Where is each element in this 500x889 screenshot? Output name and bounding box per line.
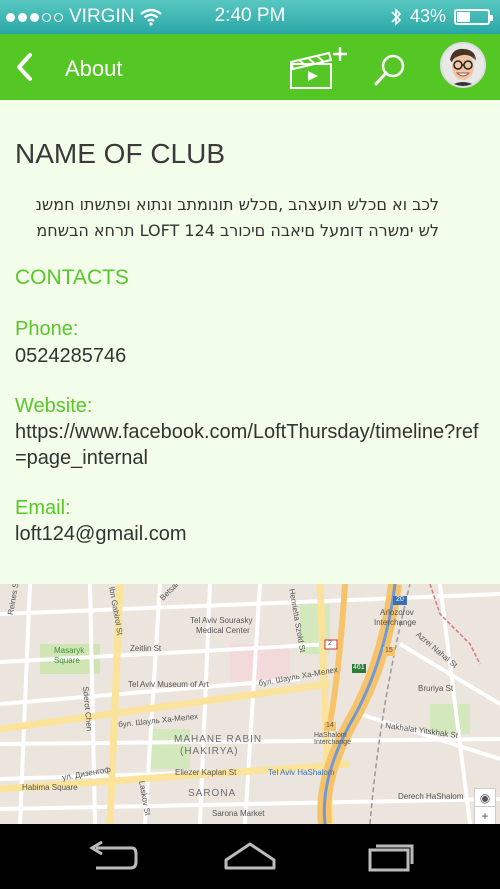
map-route-14: 14 [326, 722, 334, 729]
club-description-line-2: לש ימשרה דומעל םיאבה םיכורב LOFT 124 תרח… [36, 221, 439, 240]
map-label-sarona: SARONA [188, 788, 237, 799]
map-label-masaryk: Masaryk [54, 646, 85, 655]
app-bar: About [0, 34, 500, 100]
add-video-clapper-icon [289, 47, 347, 89]
map-route-2: 2 [328, 640, 332, 647]
status-right: 43% [390, 6, 493, 27]
back-button[interactable] [8, 47, 48, 87]
map-label-museum: Tel Aviv Museum of Art [128, 680, 209, 689]
add-video-button[interactable] [288, 44, 350, 94]
map-label-sarona-market: Sarona Market [212, 809, 265, 818]
map-label-sourasky: Tel Aviv Sourasky [190, 616, 253, 625]
back-nav-icon [89, 840, 138, 870]
map-route-461: 461 [353, 664, 365, 671]
phone-label: Phone: [15, 318, 79, 340]
map-label-habima: Habima Square [22, 783, 78, 792]
map-label-tel-aviv-hashalom: Tel Aviv HaShalom [268, 768, 335, 777]
map-label-medical-center: Medical Center [196, 626, 250, 635]
battery-icon [454, 8, 493, 25]
map-route-20: 20 [396, 596, 404, 603]
system-nav-bar [0, 824, 500, 889]
back-chevron-icon [17, 53, 32, 81]
phone-value[interactable]: 0524285746 [15, 343, 490, 369]
map-label-hashalom-interchange: HaShalom Interchange [314, 732, 351, 746]
map-label-bruriya: Bruriya St [418, 684, 454, 693]
battery-percent: 43% [409, 6, 446, 26]
map-view[interactable]: Reines St Ibn Gabirol St Betsal'el... Te… [0, 584, 500, 824]
club-name: NAME OF CLUB [15, 138, 226, 169]
email-label: Email: [15, 497, 71, 519]
avatar[interactable] [440, 42, 486, 88]
page-title: About [65, 56, 123, 81]
system-back-button[interactable] [82, 834, 142, 878]
map-route-15: 15 [385, 647, 393, 654]
club-description-line-1: לכב וא םכלש תועצהב ,םכלש תונומתב ונתוא ו… [35, 195, 439, 214]
map-label-derech: Derech HaShalom [398, 792, 464, 801]
map-zoom-in-button[interactable]: + [474, 806, 496, 824]
recent-apps-nav-icon [368, 844, 414, 872]
map-label-square: Square [54, 656, 80, 665]
map-label-interchange: Interchange [374, 618, 417, 627]
club-description: לכב וא םכלש תועצהב ,םכלש תונומתב ונתוא ו… [15, 192, 439, 244]
map-label-hakirya: (HAKIRYA) [180, 746, 239, 757]
system-recent-apps-button[interactable] [358, 834, 418, 878]
bluetooth-icon [391, 7, 402, 26]
system-home-button[interactable] [220, 834, 280, 878]
avatar-face-icon [442, 44, 484, 86]
website-label: Website: [15, 395, 93, 417]
email-value[interactable]: loft124@gmail.com [15, 521, 490, 547]
status-bar: VIRGIN 2:40 PM 43% [0, 0, 500, 34]
search-icon [374, 54, 405, 86]
website-link[interactable]: https://www.facebook.com/LoftThursday/ti… [15, 419, 490, 471]
home-nav-icon [224, 842, 276, 870]
map-label-zeitlin: Zeitlin St [130, 644, 162, 653]
contacts-heading: CONTACTS [15, 266, 129, 289]
map-label-eliezer: Eliezer Kaplan St [175, 768, 237, 777]
map-location-button[interactable]: ◉ [474, 788, 496, 808]
map-label-arlozorov: Arlozorov [380, 608, 414, 617]
search-button[interactable] [370, 50, 410, 90]
map-label-mahane-rabin: MAHANE RABIN [174, 734, 263, 745]
